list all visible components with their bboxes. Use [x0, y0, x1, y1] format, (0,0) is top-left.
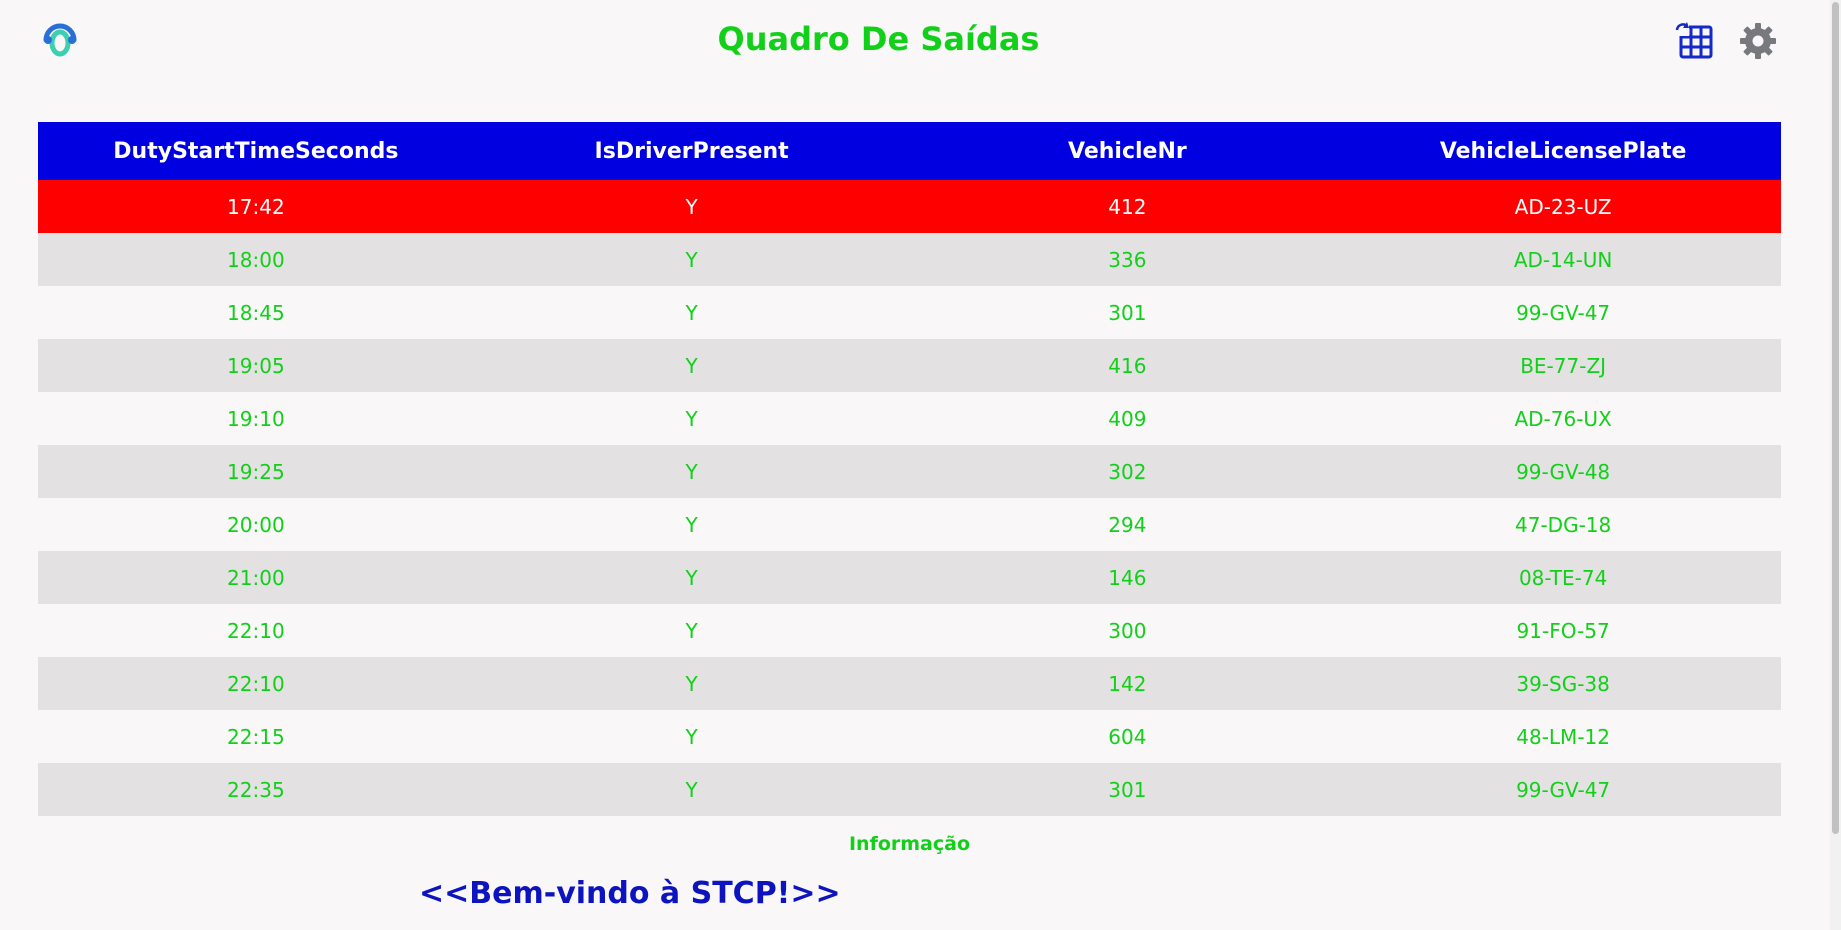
welcome-ticker: <<Bem-vindo à STCP!>> — [419, 876, 841, 911]
table-row: 22:10 Y 142 39-SG-38 — [38, 657, 1781, 710]
cell-license-plate: AD-76-UX — [1514, 406, 1612, 431]
cell-vehicle-nr: 416 — [1108, 353, 1147, 378]
cell-duty-start-time: 21:00 — [227, 565, 285, 590]
table-row: 17:42 Y 412 AD-23-UZ — [38, 180, 1781, 233]
info-label: Informação — [848, 833, 971, 855]
table-row: 20:00 Y 294 47-DG-18 — [38, 498, 1781, 551]
cell-vehicle-nr: 412 — [1108, 194, 1147, 219]
page: Quadro De Saídas DutyStartTimeSeconds Is… — [0, 0, 1841, 930]
cell-license-plate: 08-TE-74 — [1518, 565, 1608, 590]
cell-driver-present: Y — [685, 777, 698, 802]
page-scrollbar[interactable] — [1830, 0, 1841, 930]
cell-license-plate: AD-23-UZ — [1514, 194, 1612, 219]
cell-vehicle-nr: 604 — [1108, 724, 1147, 749]
column-header-vehicle-nr: VehicleNr — [1068, 138, 1187, 164]
cell-vehicle-nr: 146 — [1108, 565, 1147, 590]
settings-button[interactable] — [1737, 20, 1779, 62]
cell-duty-start-time: 22:10 — [227, 671, 285, 696]
cell-duty-start-time: 22:15 — [227, 724, 285, 749]
cell-driver-present: Y — [685, 353, 698, 378]
cell-driver-present: Y — [685, 618, 698, 643]
table-header-row: DutyStartTimeSeconds IsDriverPresent Veh… — [38, 122, 1781, 180]
table-row: 19:10 Y 409 AD-76-UX — [38, 392, 1781, 445]
cell-duty-start-time: 19:25 — [227, 459, 285, 484]
cell-vehicle-nr: 302 — [1108, 459, 1147, 484]
cell-license-plate: 91-FO-57 — [1516, 618, 1610, 643]
table-row: 22:15 Y 604 48-LM-12 — [38, 710, 1781, 763]
table-refresh-icon — [1674, 21, 1713, 59]
cell-driver-present: Y — [685, 459, 698, 484]
cell-duty-start-time: 22:35 — [227, 777, 285, 802]
cell-duty-start-time: 19:05 — [227, 353, 285, 378]
table-row: 18:00 Y 336 AD-14-UN — [38, 233, 1781, 286]
cell-driver-present: Y — [685, 406, 698, 431]
cell-driver-present: Y — [685, 512, 698, 537]
table-row: 18:45 Y 301 99-GV-47 — [38, 286, 1781, 339]
cell-duty-start-time: 17:42 — [227, 194, 285, 219]
table-row: 21:00 Y 146 08-TE-74 — [38, 551, 1781, 604]
cell-license-plate: 39-SG-38 — [1516, 671, 1610, 696]
cell-license-plate: 99-GV-47 — [1516, 777, 1611, 802]
departures-table: DutyStartTimeSeconds IsDriverPresent Veh… — [38, 122, 1781, 816]
header: Quadro De Saídas — [0, 0, 1830, 82]
cell-vehicle-nr: 142 — [1108, 671, 1147, 696]
cell-vehicle-nr: 300 — [1108, 618, 1147, 643]
cell-driver-present: Y — [685, 671, 698, 696]
cell-vehicle-nr: 336 — [1108, 247, 1147, 272]
cell-driver-present: Y — [685, 300, 698, 325]
gear-icon — [1740, 23, 1776, 59]
departures-table-container[interactable]: DutyStartTimeSeconds IsDriverPresent Veh… — [38, 122, 1781, 828]
cell-duty-start-time: 18:00 — [227, 247, 285, 272]
cell-license-plate: AD-14-UN — [1513, 247, 1613, 272]
scrollbar-thumb[interactable] — [1832, 2, 1839, 834]
column-header-duty-start-time: DutyStartTimeSeconds — [113, 138, 399, 164]
cell-vehicle-nr: 301 — [1108, 777, 1147, 802]
cell-vehicle-nr: 301 — [1108, 300, 1147, 325]
cell-duty-start-time: 20:00 — [227, 512, 285, 537]
cell-driver-present: Y — [685, 194, 698, 219]
cell-vehicle-nr: 409 — [1108, 406, 1147, 431]
cell-license-plate: 47-DG-18 — [1515, 512, 1612, 537]
cell-driver-present: Y — [685, 724, 698, 749]
cell-driver-present: Y — [685, 247, 698, 272]
cell-duty-start-time: 19:10 — [227, 406, 285, 431]
cell-license-plate: 99-GV-48 — [1516, 459, 1611, 484]
table-refresh-button[interactable] — [1673, 20, 1715, 62]
table-row: 19:25 Y 302 99-GV-48 — [38, 445, 1781, 498]
cell-license-plate: 48-LM-12 — [1516, 724, 1610, 749]
table-row: 22:35 Y 301 99-GV-47 — [38, 763, 1781, 816]
table-row: 19:05 Y 416 BE-77-ZJ — [38, 339, 1781, 392]
cell-license-plate: 99-GV-47 — [1516, 300, 1611, 325]
column-header-driver-present: IsDriverPresent — [594, 138, 789, 164]
cell-license-plate: BE-77-ZJ — [1520, 353, 1607, 378]
page-title: Quadro De Saídas — [717, 20, 1040, 58]
table-body: 17:42 Y 412 AD-23-UZ 18:00 Y 336 AD-14-UN 18:45 Y… — [38, 180, 1781, 816]
cell-duty-start-time: 18:45 — [227, 300, 285, 325]
column-header-license-plate: VehicleLicensePlate — [1439, 138, 1687, 164]
table-row: 22:10 Y 300 91-FO-57 — [38, 604, 1781, 657]
cell-driver-present: Y — [685, 565, 698, 590]
cell-vehicle-nr: 294 — [1108, 512, 1147, 537]
cell-duty-start-time: 22:10 — [227, 618, 285, 643]
